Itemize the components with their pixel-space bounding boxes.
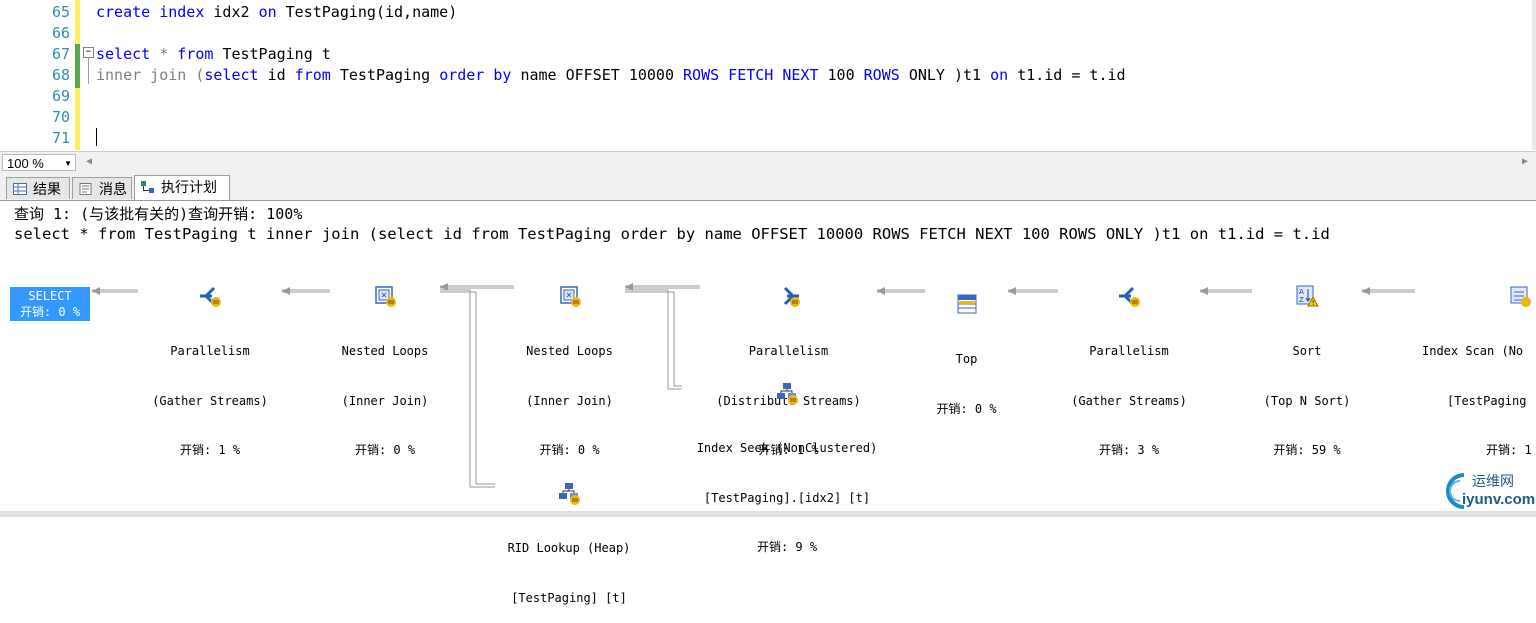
node-cost: 开销: 0 % <box>936 401 997 416</box>
node-cost: 开销: 0 % <box>19 305 81 319</box>
node-cost: 开销: 3 % <box>1098 443 1160 457</box>
rid-lookup-icon <box>559 483 580 505</box>
node-sub: [TestPaging].[idx2] [t] <box>703 490 871 505</box>
nested-loops-icon <box>375 286 396 307</box>
watermark-cn: 运维网 <box>1472 474 1514 490</box>
node-name: Sort <box>1292 344 1322 358</box>
plan-node-index-scan[interactable]: Index Scan (No [TestPaging 开销: 1 <box>1418 251 1536 475</box>
node-sub: (Gather Streams) <box>1071 393 1187 408</box>
plan-horizontal-scrollbar[interactable] <box>0 511 1536 517</box>
node-sub: (Gather Streams) <box>152 393 268 408</box>
parallelism-icon <box>1119 286 1140 307</box>
node-name: Index Seek (NonClustered) <box>696 441 878 455</box>
plan-node-gather-streams-1[interactable]: Parallelism (Gather Streams) 开销: 1 % <box>138 251 282 475</box>
plan-node-select[interactable]: SELECT 开销: 0 % <box>10 287 90 321</box>
node-cost: 开销: 0 % <box>354 443 416 457</box>
watermark-logo: 运维网 iyunv.com <box>1434 469 1536 513</box>
node-name: RID Lookup (Heap) <box>507 541 631 555</box>
plan-node-top[interactable]: Top 开销: 0 % <box>925 259 1008 434</box>
node-name: Index Scan (No <box>1422 344 1524 358</box>
node-label: SELECT <box>28 289 72 303</box>
node-name: Parallelism <box>170 344 250 358</box>
node-cost: 开销: 59 % <box>1273 443 1341 457</box>
top-icon <box>957 294 976 314</box>
svg-text:!: ! <box>1312 299 1315 307</box>
node-sub: (Inner Join) <box>341 393 429 408</box>
plan-node-index-seek[interactable]: Index Seek (NonClustered) [TestPaging].[… <box>682 348 892 572</box>
plan-node-nested-loops-2[interactable]: Nested Loops (Inner Join) 开销: 0 % <box>514 251 625 475</box>
node-sub: [TestPaging] [t] <box>511 590 627 605</box>
svg-text:Z: Z <box>1299 296 1304 304</box>
index-seek-icon <box>777 383 798 405</box>
plan-node-nested-loops-1[interactable]: Nested Loops (Inner Join) 开销: 0 % <box>330 251 440 475</box>
node-name: Parallelism <box>1089 344 1169 358</box>
sort-warning-icon: AZ! <box>1296 285 1319 307</box>
parallelism-icon <box>783 286 800 307</box>
node-sub: (Top N Sort) <box>1263 393 1351 408</box>
watermark-url: iyunv.com <box>1462 491 1536 508</box>
node-cost: 开销: 1 % <box>179 443 241 457</box>
node-name: Top <box>955 352 978 366</box>
index-scan-icon <box>1510 286 1531 307</box>
parallelism-icon <box>200 286 221 307</box>
nested-loops-icon <box>559 286 581 307</box>
node-cost: 开销: 9 % <box>756 540 818 554</box>
node-name: Nested Loops <box>526 344 613 358</box>
plan-node-rid-lookup[interactable]: RID Lookup (Heap) [TestPaging] [t] <box>495 448 643 623</box>
svg-text:A: A <box>1299 288 1304 296</box>
node-sub: [TestPaging <box>1447 393 1527 408</box>
plan-node-sort[interactable]: A Z! Sort (Top N Sort) 开销: 59 % <box>1252 251 1362 475</box>
node-name: Nested Loops <box>341 344 429 358</box>
node-sub: (Inner Join) <box>526 393 613 408</box>
node-cost: 开销: 1 <box>1486 443 1532 457</box>
plan-node-gather-streams-2[interactable]: Parallelism (Gather Streams) 开销: 3 % <box>1058 251 1200 475</box>
